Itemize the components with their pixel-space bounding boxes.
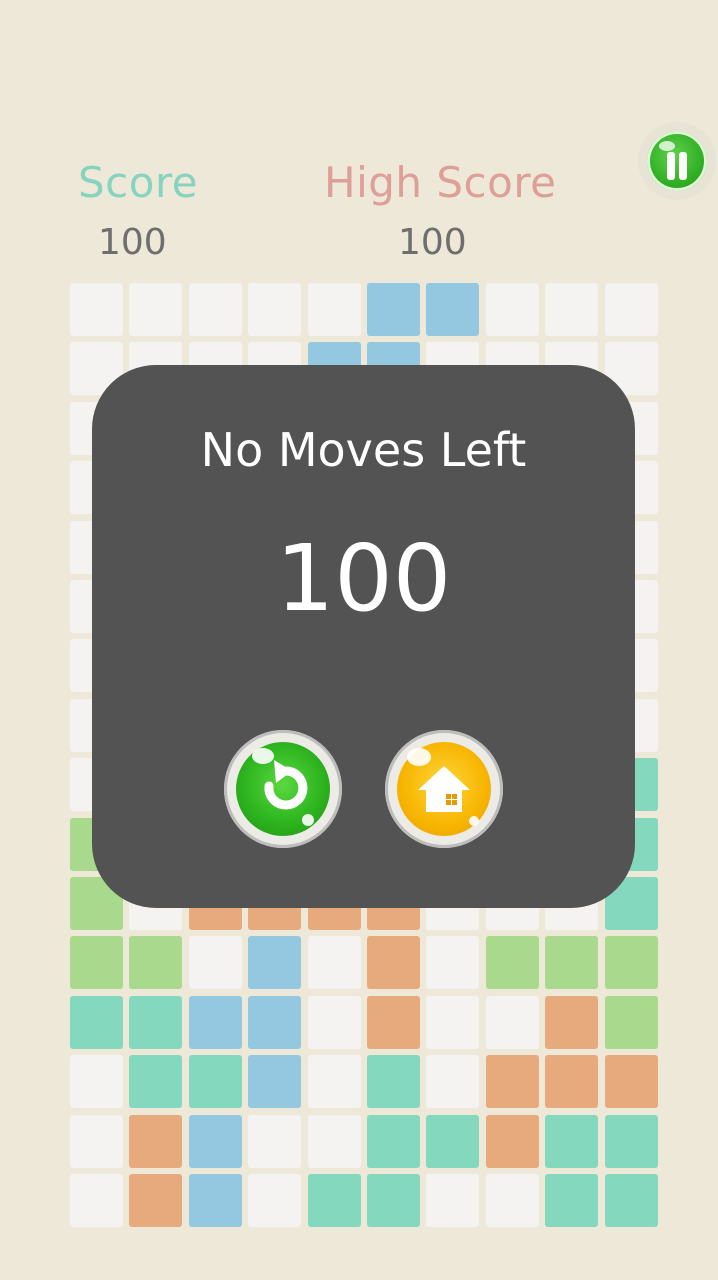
board-cell bbox=[426, 1115, 479, 1168]
board-cell bbox=[248, 1055, 301, 1108]
restart-button[interactable] bbox=[224, 730, 342, 848]
board-cell bbox=[426, 1055, 479, 1108]
board-cell bbox=[426, 283, 479, 336]
board-cell bbox=[545, 936, 598, 989]
board-cell bbox=[129, 283, 182, 336]
high-score-label: High Score bbox=[324, 158, 557, 207]
board-cell bbox=[545, 1115, 598, 1168]
board-cell bbox=[189, 1115, 242, 1168]
board-cell bbox=[426, 996, 479, 1049]
score-value: 100 bbox=[98, 222, 167, 263]
board-cell bbox=[308, 283, 361, 336]
board-cell bbox=[70, 1115, 123, 1168]
board-cell bbox=[248, 1174, 301, 1227]
board-cell bbox=[189, 936, 242, 989]
board-cell bbox=[70, 1174, 123, 1227]
dialog-title: No Moves Left bbox=[200, 423, 527, 477]
board-cell bbox=[308, 936, 361, 989]
board-cell bbox=[367, 936, 420, 989]
board-cell bbox=[545, 1055, 598, 1108]
board-cell bbox=[308, 1174, 361, 1227]
board-cell bbox=[248, 283, 301, 336]
restart-icon bbox=[264, 760, 308, 810]
board-cell bbox=[367, 1174, 420, 1227]
board-cell bbox=[426, 1174, 479, 1227]
board-cell bbox=[129, 1055, 182, 1108]
final-score: 100 bbox=[275, 525, 452, 632]
board-cell bbox=[545, 1174, 598, 1227]
board-cell bbox=[308, 996, 361, 1049]
board-cell bbox=[189, 1174, 242, 1227]
board-cell bbox=[70, 996, 123, 1049]
home-button[interactable] bbox=[385, 730, 503, 848]
board-cell bbox=[426, 936, 479, 989]
board-cell bbox=[70, 1055, 123, 1108]
board-cell bbox=[367, 1115, 420, 1168]
pause-icon bbox=[647, 131, 707, 191]
board-cell bbox=[367, 996, 420, 1049]
pause-button[interactable] bbox=[638, 122, 716, 200]
board-cell bbox=[129, 996, 182, 1049]
board-cell bbox=[367, 283, 420, 336]
board-cell bbox=[129, 936, 182, 989]
board-cell bbox=[129, 1115, 182, 1168]
high-score-value: 100 bbox=[398, 222, 467, 263]
board-cell bbox=[486, 1174, 539, 1227]
board-cell bbox=[70, 936, 123, 989]
board-cell bbox=[189, 283, 242, 336]
board-cell bbox=[545, 283, 598, 336]
board-cell bbox=[545, 996, 598, 1049]
board-cell bbox=[70, 283, 123, 336]
board-cell bbox=[248, 996, 301, 1049]
board-cell bbox=[129, 1174, 182, 1227]
board-cell bbox=[486, 1115, 539, 1168]
board-cell bbox=[605, 1115, 658, 1168]
board-cell bbox=[605, 996, 658, 1049]
board-cell bbox=[486, 936, 539, 989]
board-cell bbox=[605, 283, 658, 336]
board-cell bbox=[189, 996, 242, 1049]
board-cell bbox=[605, 1174, 658, 1227]
board-cell bbox=[605, 1055, 658, 1108]
board-cell bbox=[308, 1055, 361, 1108]
board-cell bbox=[189, 1055, 242, 1108]
home-icon bbox=[418, 766, 470, 812]
board-cell bbox=[248, 1115, 301, 1168]
board-cell bbox=[486, 1055, 539, 1108]
game-over-dialog: No Moves Left 100 bbox=[92, 365, 635, 908]
board-cell bbox=[486, 283, 539, 336]
board-cell bbox=[308, 1115, 361, 1168]
board-cell bbox=[367, 1055, 420, 1108]
board-cell bbox=[486, 996, 539, 1049]
board-cell bbox=[605, 936, 658, 989]
score-label: Score bbox=[78, 158, 199, 207]
board-cell bbox=[248, 936, 301, 989]
